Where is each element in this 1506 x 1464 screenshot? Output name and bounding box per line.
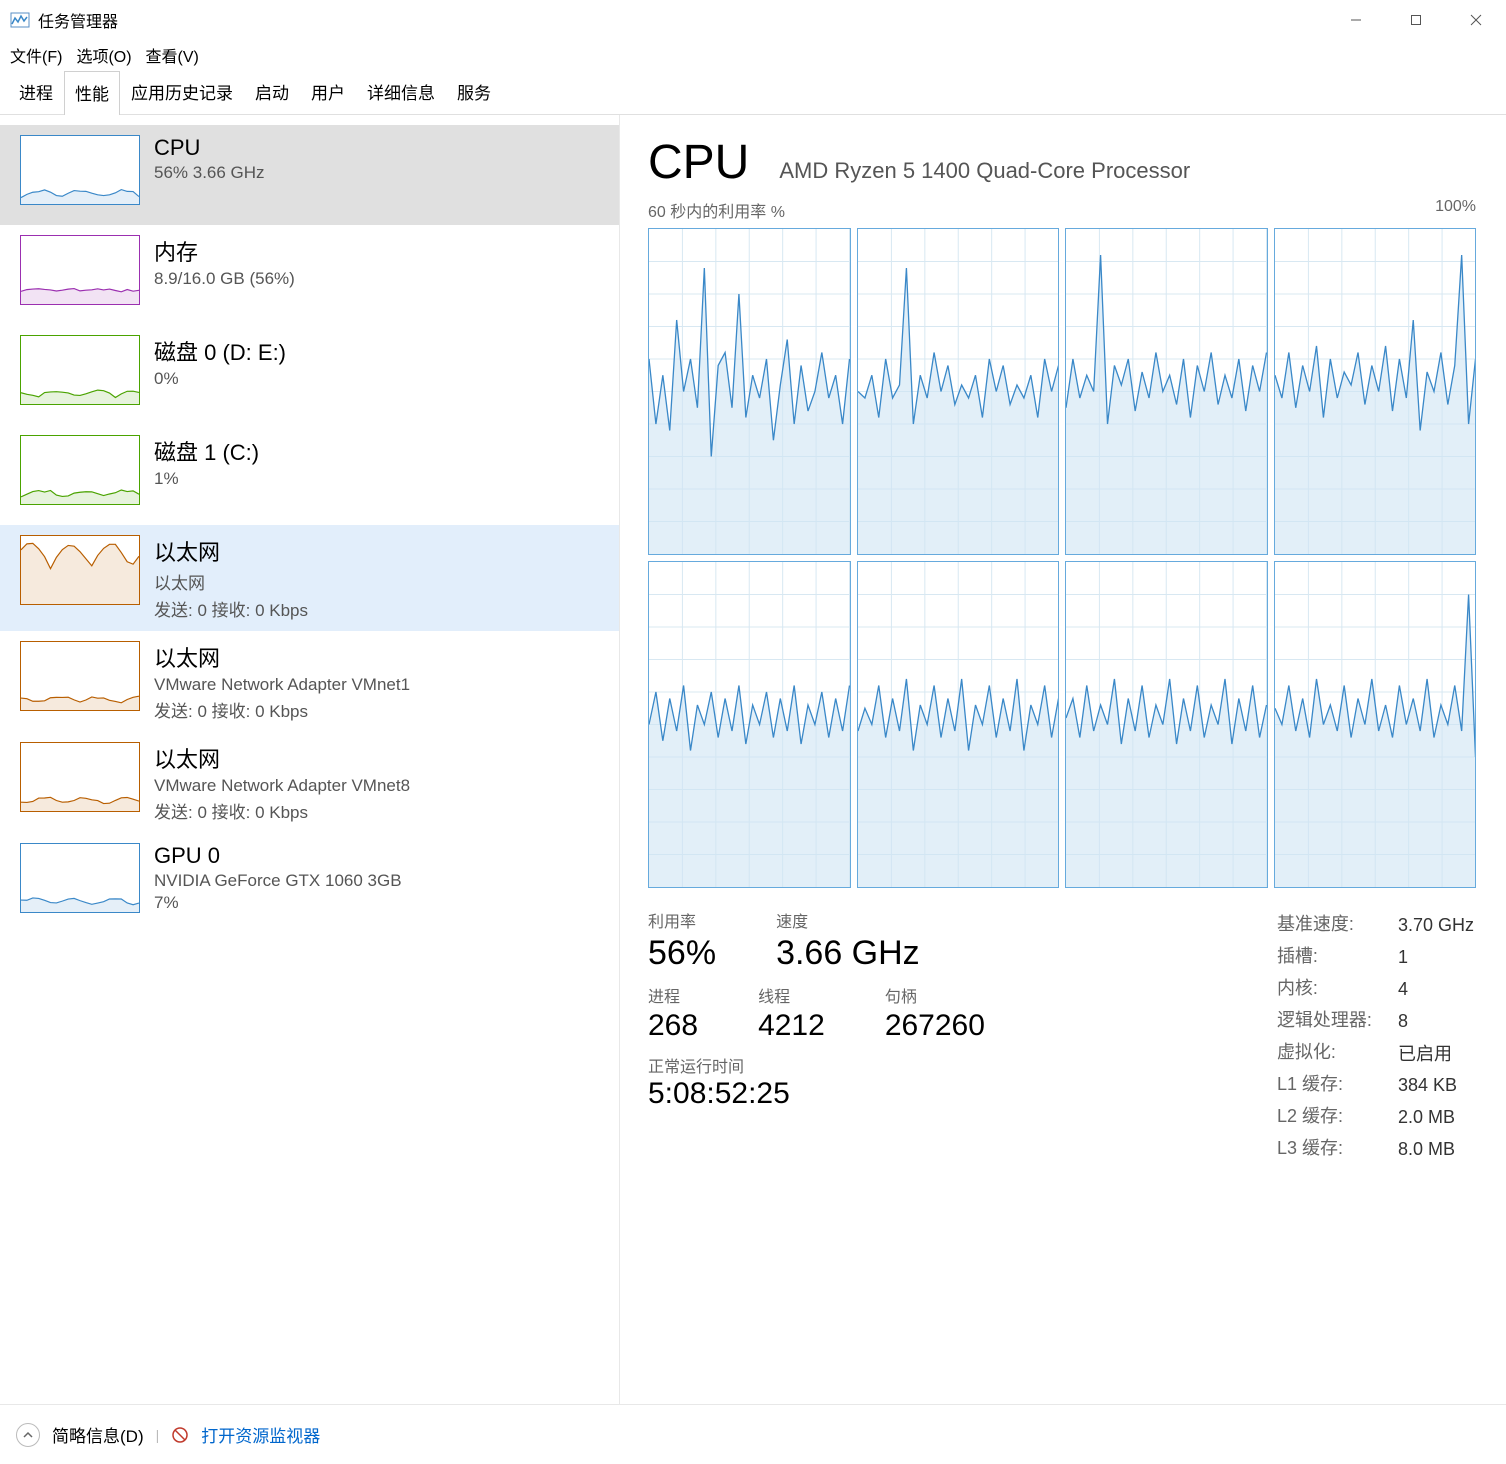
sidebar-item-title: 磁盘 1 (C:)	[154, 435, 259, 467]
sidebar-thumb	[20, 135, 140, 205]
handles-value: 267260	[885, 1009, 985, 1043]
cpu-core-chart	[1065, 228, 1268, 555]
sidebar-item-sub: 56% 3.66 GHz	[154, 163, 265, 183]
cpu-core-chart	[648, 228, 851, 555]
tab-performance[interactable]: 性能	[64, 71, 120, 115]
menu-options[interactable]: 选项(O)	[76, 43, 131, 67]
cpu-core-chart	[1065, 561, 1268, 888]
footer: 简略信息(D) | 打开资源监视器	[0, 1404, 1506, 1464]
sidebar-item[interactable]: 磁盘 0 (D: E:) 0%	[0, 325, 619, 425]
sidebar-item-sub: VMware Network Adapter VMnet8	[154, 776, 410, 796]
sidebar-item-sub: VMware Network Adapter VMnet1	[154, 675, 410, 695]
threads-label: 线程	[758, 983, 825, 1007]
tab-app-history[interactable]: 应用历史记录	[120, 70, 244, 114]
menu-view[interactable]: 查看(V)	[146, 43, 199, 67]
sidebar: CPU 56% 3.66 GHz 内存 8.9/16.0 GB (56%) 磁盘…	[0, 115, 620, 1404]
sidebar-thumb	[20, 235, 140, 305]
sidebar-thumb	[20, 843, 140, 913]
sidebar-thumb	[20, 742, 140, 812]
cpu-core-chart	[1274, 561, 1477, 888]
sidebar-item-sub2: 发送: 0 接收: 0 Kbps	[154, 798, 410, 823]
sidebar-item[interactable]: CPU 56% 3.66 GHz	[0, 125, 619, 225]
spec-table: 基准速度:3.70 GHz 插槽:1 内核:4 逻辑处理器:8 虚拟化:已启用 …	[1275, 908, 1476, 1166]
tabs: 进程 性能 应用历史记录 启动 用户 详细信息 服务	[0, 70, 1506, 115]
cpu-core-chart	[857, 228, 1060, 555]
resource-monitor-icon	[171, 1426, 189, 1444]
tab-services[interactable]: 服务	[446, 70, 502, 114]
cpu-core-chart	[857, 561, 1060, 888]
sidebar-item-sub: 0%	[154, 369, 286, 389]
sidebar-item-sub2: 发送: 0 接收: 0 Kbps	[154, 596, 308, 621]
proc-label: 进程	[648, 983, 698, 1007]
sidebar-thumb	[20, 535, 140, 605]
sidebar-item-sub: NVIDIA GeForce GTX 1060 3GB	[154, 871, 402, 891]
uptime-value: 5:08:52:25	[648, 1077, 1225, 1111]
sidebar-item-title: CPU	[154, 135, 265, 161]
sidebar-item-sub: 8.9/16.0 GB (56%)	[154, 269, 295, 289]
open-resource-monitor-link[interactable]: 打开资源监视器	[201, 1422, 320, 1447]
sidebar-item-title: 内存	[154, 235, 295, 267]
sidebar-item-title: 以太网	[154, 641, 410, 673]
sidebar-item-sub: 以太网	[154, 569, 308, 594]
sidebar-item-title: 以太网	[154, 535, 308, 567]
sidebar-item[interactable]: 以太网 VMware Network Adapter VMnet8 发送: 0 …	[0, 732, 619, 833]
sidebar-item-title: 以太网	[154, 742, 410, 774]
tab-startup[interactable]: 启动	[244, 70, 300, 114]
chart-axis-right: 100%	[1435, 198, 1476, 222]
window-title: 任务管理器	[38, 8, 118, 32]
sidebar-item[interactable]: GPU 0 NVIDIA GeForce GTX 1060 3GB 7%	[0, 833, 619, 933]
sidebar-item[interactable]: 磁盘 1 (C:) 1%	[0, 425, 619, 525]
chart-axis-left: 60 秒内的利用率 %	[648, 198, 785, 222]
sidebar-thumb	[20, 335, 140, 405]
sidebar-item[interactable]: 以太网 以太网 发送: 0 接收: 0 Kbps	[0, 525, 619, 631]
sidebar-thumb	[20, 435, 140, 505]
main-pane: CPU AMD Ryzen 5 1400 Quad-Core Processor…	[620, 115, 1506, 1404]
minimize-button[interactable]	[1326, 0, 1386, 40]
app-icon	[10, 10, 30, 30]
sidebar-item[interactable]: 以太网 VMware Network Adapter VMnet1 发送: 0 …	[0, 631, 619, 732]
tab-processes[interactable]: 进程	[8, 70, 64, 114]
util-value: 56%	[648, 934, 716, 973]
sidebar-item-sub2: 发送: 0 接收: 0 Kbps	[154, 697, 410, 722]
cpu-core-chart	[1274, 228, 1477, 555]
tab-users[interactable]: 用户	[300, 70, 356, 114]
sidebar-item[interactable]: 内存 8.9/16.0 GB (56%)	[0, 225, 619, 325]
cpu-model: AMD Ryzen 5 1400 Quad-Core Processor	[779, 158, 1190, 184]
menubar: 文件(F) 选项(O) 查看(V)	[0, 40, 1506, 70]
threads-value: 4212	[758, 1009, 825, 1043]
close-button[interactable]	[1446, 0, 1506, 40]
sidebar-thumb	[20, 641, 140, 711]
page-title: CPU	[648, 135, 749, 190]
sidebar-item-sub: 1%	[154, 469, 259, 489]
util-label: 利用率	[648, 908, 716, 932]
maximize-button[interactable]	[1386, 0, 1446, 40]
proc-value: 268	[648, 1009, 698, 1043]
titlebar: 任务管理器	[0, 0, 1506, 40]
uptime-label: 正常运行时间	[648, 1053, 1225, 1077]
tab-details[interactable]: 详细信息	[356, 70, 446, 114]
handles-label: 句柄	[885, 983, 985, 1007]
brief-info-button[interactable]: 简略信息(D)	[52, 1422, 144, 1447]
speed-value: 3.66 GHz	[776, 934, 920, 973]
sidebar-item-sub2: 7%	[154, 893, 402, 913]
menu-file[interactable]: 文件(F)	[10, 43, 62, 67]
speed-label: 速度	[776, 908, 920, 932]
cpu-core-chart	[648, 561, 851, 888]
cpu-core-grid	[648, 228, 1476, 888]
collapse-toggle[interactable]	[16, 1423, 40, 1447]
sidebar-item-title: 磁盘 0 (D: E:)	[154, 335, 286, 367]
sidebar-item-title: GPU 0	[154, 843, 402, 869]
